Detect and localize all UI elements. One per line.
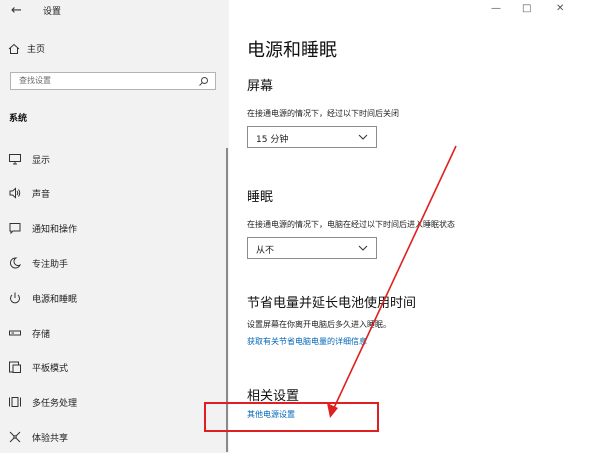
annotation-arrow-icon xyxy=(327,145,457,418)
